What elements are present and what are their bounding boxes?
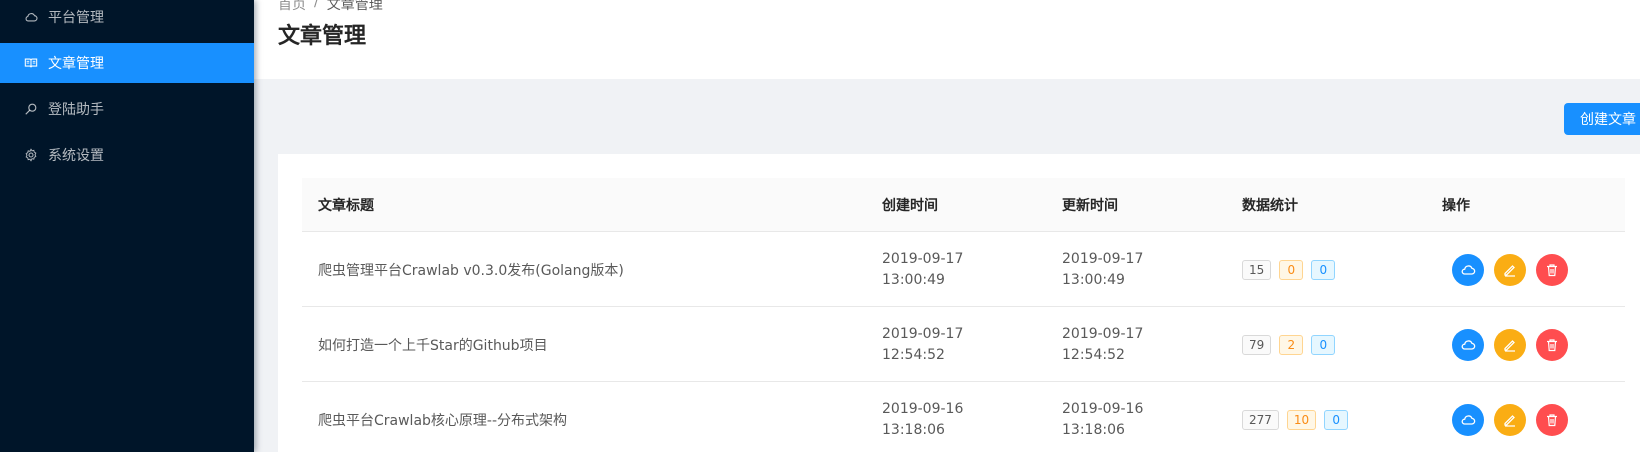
search-icon [24,102,38,116]
created-time-text: 13:00:49 [882,271,945,288]
main-content: 首页 / 文章管理 文章管理 创建文章 文章标题 创建时间 更新时间 数据统计 … [254,0,1640,452]
publish-button[interactable] [1452,328,1484,361]
comments-badge: 0 [1311,334,1336,355]
edit-icon [1504,414,1515,427]
sidebar-item-platform[interactable]: 平台管理 [0,0,254,37]
sidebar-item-label: 平台管理 [48,10,104,26]
edit-icon [1504,339,1515,352]
sidebar-item-label: 文章管理 [48,56,104,72]
created-date-text: 2019-09-17 [882,250,964,267]
updated-time: 2019-09-17 12:54:52 [1062,307,1222,382]
created-time: 2019-09-17 12:54:52 [882,307,1042,382]
breadcrumb-separator: / [314,0,319,10]
table-header: 文章标题 创建时间 更新时间 数据统计 操作 [302,178,1625,232]
updated-time-text: 13:18:06 [1062,421,1125,438]
column-header-actions: 操作 [1442,198,1470,214]
page-title: 文章管理 [278,24,367,49]
column-header-title[interactable]: 文章标题 [318,178,858,232]
cloud-icon [24,10,38,24]
likes-badge: 10 [1286,409,1317,430]
sidebar-item-settings[interactable]: 系统设置 [0,135,254,175]
breadcrumb: 首页 / 文章管理 [278,0,383,14]
edit-icon [1504,264,1515,277]
publish-button[interactable] [1452,253,1484,286]
updated-date-text: 2019-09-17 [1062,325,1144,342]
created-time-text: 13:18:06 [882,421,945,438]
updated-date-text: 2019-09-17 [1062,250,1144,267]
created-date-text: 2019-09-17 [882,325,964,342]
comments-badge: 0 [1324,409,1349,430]
likes-badge: 2 [1279,334,1304,355]
actions-cell [1442,382,1622,452]
column-header-created[interactable]: 创建时间 [882,178,1042,232]
article-table-card: 文章标题 创建时间 更新时间 数据统计 操作 爬虫管理平台Crawlab v0.… [278,154,1640,452]
created-time: 2019-09-17 13:00:49 [882,232,1042,307]
actions-cell [1442,307,1622,382]
cloud-icon [1461,339,1476,350]
stats-cell: 79 2 0 [1242,307,1422,382]
article-table: 文章标题 创建时间 更新时间 数据统计 操作 爬虫管理平台Crawlab v0.… [302,178,1625,452]
table-row: 爬虫平台Crawlab核心原理--分布式架构 2019-09-16 13:18:… [302,382,1625,452]
create-article-button[interactable]: 创建文章 [1564,103,1640,135]
cloud-icon [1461,264,1476,275]
read-icon [24,56,38,70]
gear-icon [24,148,38,162]
delete-button[interactable] [1536,403,1568,436]
sidebar: 平台管理 文章管理 登陆助手 系统设置 [0,0,254,452]
breadcrumb-current: 文章管理 [326,0,383,13]
updated-time-text: 13:00:49 [1062,271,1125,288]
actions-cell [1442,232,1622,307]
article-title[interactable]: 爬虫平台Crawlab核心原理--分布式架构 [318,382,858,452]
edit-button[interactable] [1494,328,1526,361]
sidebar-item-articles[interactable]: 文章管理 [0,43,254,83]
trash-icon [1547,413,1557,426]
sidebar-item-label: 系统设置 [48,148,104,164]
updated-time: 2019-09-17 13:00:49 [1062,232,1222,307]
comments-badge: 0 [1311,259,1336,280]
created-time-text: 12:54:52 [882,346,945,363]
updated-time-text: 12:54:52 [1062,346,1125,363]
breadcrumb-home[interactable]: 首页 [278,0,306,14]
delete-button[interactable] [1536,253,1568,286]
delete-button[interactable] [1536,328,1568,361]
sidebar-item-login-helper[interactable]: 登陆助手 [0,89,254,129]
cloud-icon [1461,414,1476,425]
article-title[interactable]: 如何打造一个上千Star的Github项目 [318,307,858,382]
views-badge: 15 [1242,259,1272,280]
likes-badge: 0 [1279,259,1304,280]
edit-button[interactable] [1494,253,1526,286]
stats-cell: 15 0 0 [1242,232,1422,307]
page-header: 首页 / 文章管理 文章管理 [254,0,1640,79]
stats-cell: 277 10 0 [1242,382,1422,452]
table-row: 如何打造一个上千Star的Github项目 2019-09-17 12:54:5… [302,307,1625,382]
created-date-text: 2019-09-16 [882,400,964,417]
table-row: 爬虫管理平台Crawlab v0.3.0发布(Golang版本) 2019-09… [302,232,1625,307]
publish-button[interactable] [1452,403,1484,436]
trash-icon [1547,263,1557,276]
article-title[interactable]: 爬虫管理平台Crawlab v0.3.0发布(Golang版本) [318,232,858,307]
views-badge: 79 [1242,334,1272,355]
edit-button[interactable] [1494,403,1526,436]
updated-date-text: 2019-09-16 [1062,400,1144,417]
created-time: 2019-09-16 13:18:06 [882,382,1042,452]
column-header-stats: 数据统计 [1242,198,1298,214]
views-badge: 277 [1242,409,1279,430]
updated-time: 2019-09-16 13:18:06 [1062,382,1222,452]
sidebar-item-label: 登陆助手 [48,102,104,118]
trash-icon [1547,338,1557,351]
column-header-updated[interactable]: 更新时间 [1062,178,1222,232]
